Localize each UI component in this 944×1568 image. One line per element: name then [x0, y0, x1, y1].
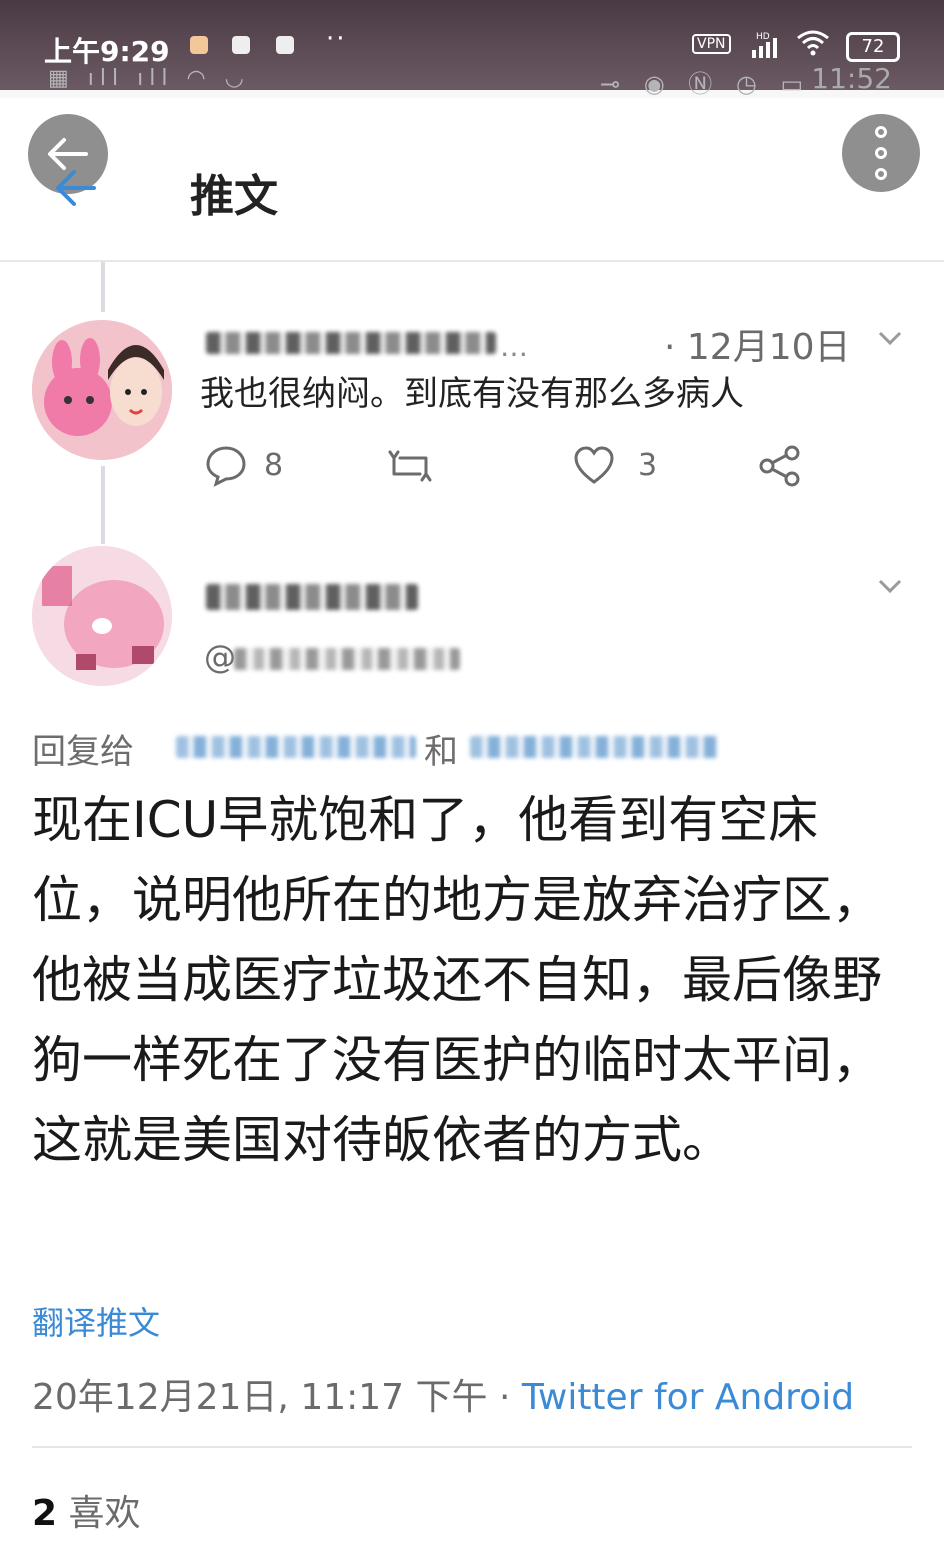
avatar[interactable]	[32, 320, 172, 460]
likes-label: 喜欢	[68, 1493, 141, 1534]
reply-count: 8	[264, 448, 284, 483]
tweet-date: · 12月10日	[664, 327, 851, 368]
like-count: 3	[638, 448, 658, 483]
divider	[32, 1446, 912, 1448]
more-notifications-icon: ··	[326, 24, 347, 54]
blurred-reply-handle-link[interactable]	[470, 736, 718, 758]
reply-to-label: 回复给	[32, 732, 134, 772]
avatar[interactable]	[32, 546, 172, 686]
share-action[interactable]	[758, 444, 802, 488]
tweet-detail: … · 12月10日 我也很纳闷。到底有没有那么多病人 8 3 @ 回复给 和 …	[0, 262, 944, 1568]
thread-line	[101, 262, 105, 312]
comment-icon	[206, 446, 246, 487]
retweet-action[interactable]	[386, 444, 436, 488]
dot-icon	[875, 126, 887, 138]
tweet-timestamp: 20年12月21日, 11:17 下午 ·	[32, 1377, 522, 1418]
ghost-status-icons: ▦ ıll ıll ◠ ◡	[48, 66, 250, 91]
app-icon	[276, 36, 294, 54]
vpn-icon: VPN	[692, 34, 731, 54]
dot-icon	[875, 147, 887, 159]
ghost-status-time: 11:52	[811, 62, 892, 95]
likes-count: 2	[32, 1493, 58, 1534]
heart-icon	[574, 446, 614, 484]
avatar-image-icon	[32, 320, 172, 460]
tweet-text: 我也很纳闷。到底有没有那么多病人	[200, 374, 744, 414]
retweet-icon	[388, 450, 432, 482]
hd-label: HD	[756, 32, 770, 42]
blurred-display-name	[206, 584, 418, 610]
chevron-down-icon[interactable]	[876, 572, 904, 600]
client-link[interactable]: Twitter for Android	[522, 1377, 854, 1418]
handle-ellipsis: …	[500, 330, 528, 363]
tweet-meta: 20年12月21日, 11:17 下午 · Twitter for Androi…	[32, 1368, 854, 1420]
signal-icon: HD	[748, 30, 784, 66]
dot-icon	[875, 168, 887, 180]
likes-summary[interactable]: 2 喜欢	[32, 1484, 141, 1536]
more-options-button[interactable]	[842, 114, 920, 192]
share-icon	[759, 445, 800, 487]
avatar-image-icon	[32, 546, 172, 686]
translate-link[interactable]: 翻译推文	[32, 1298, 160, 1344]
like-action[interactable]: 3	[572, 444, 672, 488]
blurred-reply-handle-link[interactable]	[176, 736, 416, 758]
twitter-back-arrow-icon[interactable]	[54, 168, 98, 212]
reply-action[interactable]: 8	[204, 444, 314, 488]
ghost-status-bar: ▦ ıll ıll ◠ ◡ ⊸ ◉ Ⓝ ◷ ▭ 11:52	[0, 62, 944, 98]
reply-to-and: 和	[424, 732, 458, 772]
wifi-icon	[796, 28, 830, 63]
app-icon	[232, 36, 250, 54]
battery-icon: 72	[846, 32, 900, 62]
notification-icon	[190, 36, 208, 54]
blurred-username	[206, 332, 496, 354]
page-title: 推文	[190, 171, 278, 222]
chevron-down-icon[interactable]	[876, 324, 904, 352]
blurred-handle	[234, 648, 460, 670]
app-header: 推文	[0, 98, 944, 262]
handle-at: @	[204, 638, 236, 676]
thread-line	[101, 466, 105, 544]
tweet-text: 现在ICU早就饱和了，他看到有空床位，说明他所在的地方是放弃治疗区，他被当成医疗…	[32, 791, 882, 1169]
ghost-status-right-icons: ⊸ ◉ Ⓝ ◷ ▭	[600, 70, 812, 98]
